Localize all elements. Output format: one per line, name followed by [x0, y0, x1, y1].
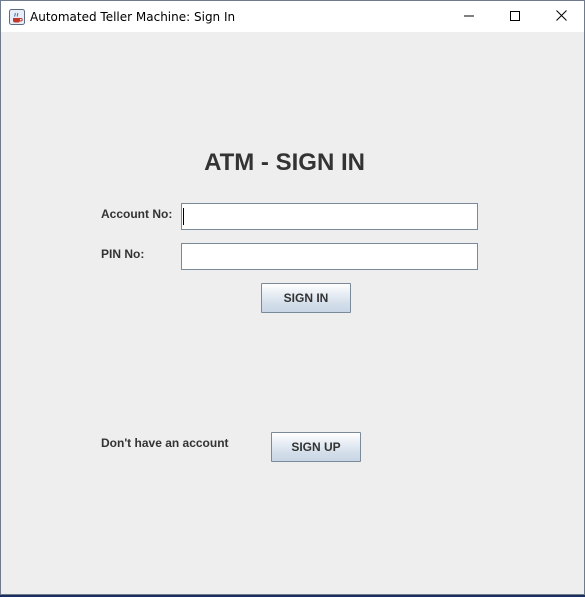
pin-label: PIN No:: [101, 247, 145, 261]
close-icon: [555, 8, 567, 26]
content-panel: ATM - SIGN IN Account No: PIN No: SIGN I…: [1, 32, 584, 594]
window-title: Automated Teller Machine: Sign In: [30, 10, 236, 24]
text-caret: [183, 208, 184, 225]
minimize-icon: [464, 8, 474, 26]
page-title: ATM - SIGN IN: [204, 149, 365, 176]
sign-up-button[interactable]: SIGN UP: [271, 432, 361, 462]
maximize-button[interactable]: [492, 1, 538, 32]
account-number-input[interactable]: [181, 203, 478, 230]
no-account-label: Don't have an account: [101, 436, 229, 450]
maximize-icon: [510, 8, 520, 26]
minimize-button[interactable]: [446, 1, 492, 32]
title-bar[interactable]: Automated Teller Machine: Sign In: [1, 1, 584, 32]
sign-in-button[interactable]: SIGN IN: [261, 283, 351, 313]
pin-input[interactable]: [181, 243, 478, 270]
java-cup-icon: [9, 9, 25, 25]
account-number-label: Account No:: [101, 207, 173, 221]
app-window: Automated Teller Machine: Sign In ATM - …: [0, 0, 585, 595]
close-button[interactable]: [538, 1, 584, 32]
